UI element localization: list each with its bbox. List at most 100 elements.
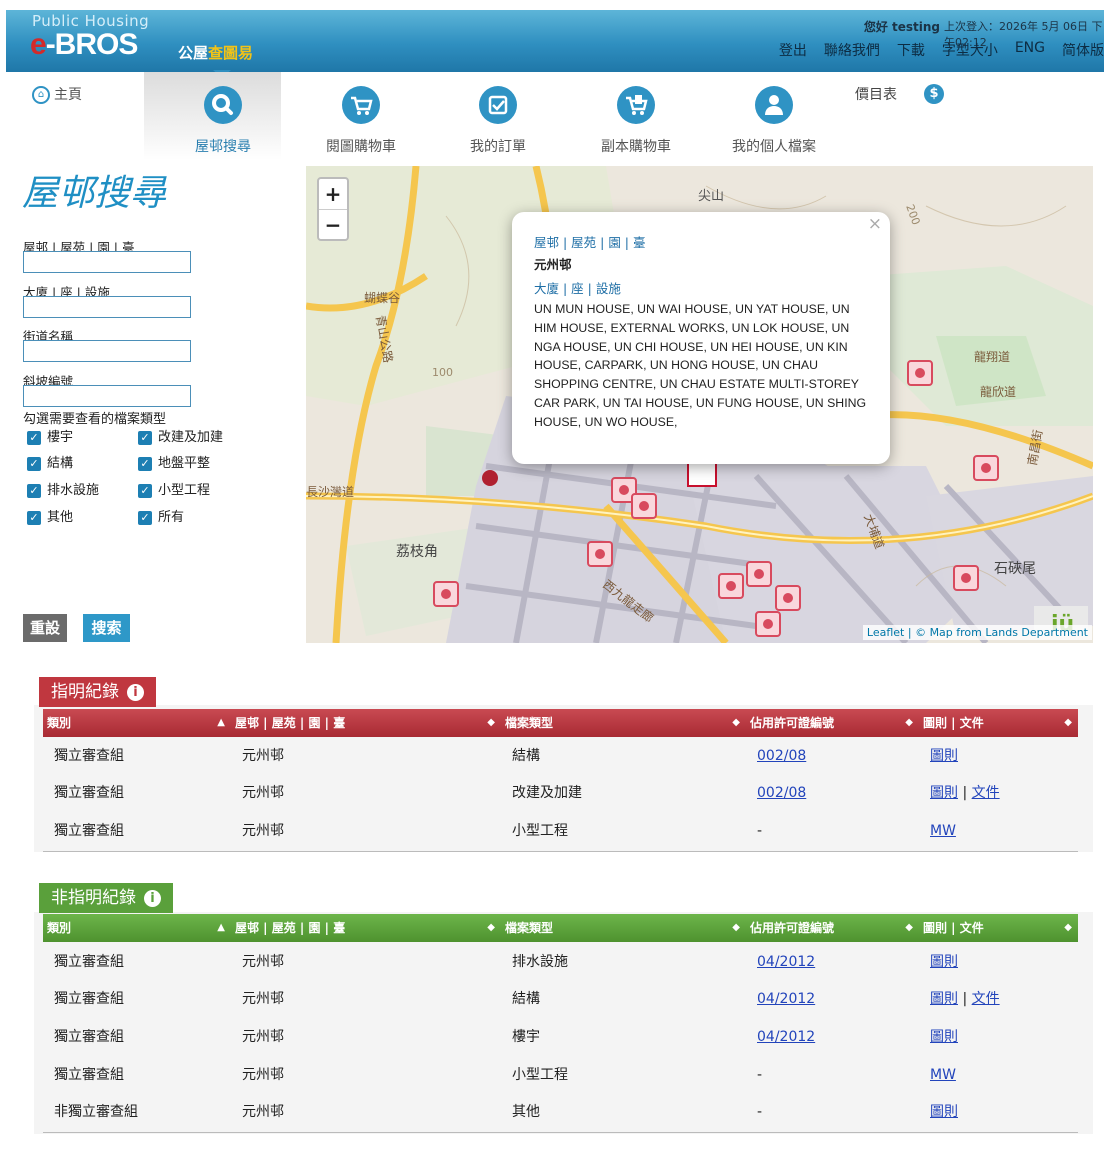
checkbox-structure[interactable]: ✓ 結構 bbox=[27, 452, 73, 471]
logout-link[interactable]: 登出 bbox=[779, 40, 807, 60]
sort-icon: ◆ bbox=[1064, 717, 1072, 728]
checkbox-all[interactable]: ✓ 所有 bbox=[138, 506, 184, 525]
col-file-type[interactable]: 檔案類型 ◆ bbox=[501, 709, 746, 737]
english-link[interactable]: ENG bbox=[1015, 40, 1045, 60]
plan-link[interactable]: 圖則 bbox=[930, 991, 958, 1007]
building-input[interactable] bbox=[23, 296, 191, 318]
checkbox-alterations[interactable]: ✓ 改建及加建 bbox=[138, 426, 223, 445]
col-category[interactable]: 類別 ▲ bbox=[43, 709, 231, 737]
contact-link[interactable]: 聯絡我們 bbox=[824, 40, 880, 60]
dollar-icon[interactable]: $ bbox=[924, 84, 944, 104]
plan-link[interactable]: 圖則 bbox=[930, 1029, 958, 1045]
plan-link[interactable]: 圖則 bbox=[930, 785, 958, 801]
plan-link[interactable]: 圖則 bbox=[930, 1104, 958, 1120]
checkmark-icon: ✓ bbox=[27, 430, 41, 445]
col-estate[interactable]: 屋邨 | 屋苑 | 園 | 臺 ◆ bbox=[231, 914, 501, 942]
col-documents[interactable]: 圖則 | 文件 ◆ bbox=[919, 914, 1078, 942]
copy-cart-icon bbox=[617, 86, 655, 124]
table-row: 獨立審查組 元州邨 結構 04/2012 圖則 | 文件 bbox=[54, 991, 1000, 1007]
svg-text:石硤尾: 石硤尾 bbox=[994, 561, 1036, 577]
permit-link[interactable]: 002/08 bbox=[757, 785, 806, 801]
checkmark-icon: ✓ bbox=[27, 483, 41, 498]
checkmark-icon: ✓ bbox=[138, 456, 152, 471]
table-row: 獨立審查組 元州邨 排水設施 04/2012 圖則 bbox=[54, 954, 958, 970]
sort-icon: ◆ bbox=[487, 717, 495, 728]
checkbox-minor-works[interactable]: ✓ 小型工程 bbox=[138, 479, 210, 498]
plan-link[interactable]: 圖則 bbox=[930, 748, 958, 764]
svg-text:蝴蝶谷: 蝴蝶谷 bbox=[364, 290, 400, 305]
svg-text:龍欣道: 龍欣道 bbox=[980, 384, 1016, 399]
sort-icon: ◆ bbox=[905, 922, 913, 933]
table-row: 獨立審查組 元州邨 結構 002/08 圖則 bbox=[54, 748, 958, 764]
col-permit[interactable]: 佔用許可證編號 ◆ bbox=[746, 914, 919, 942]
nav-estate-search[interactable]: 屋邨搜尋 bbox=[158, 80, 288, 156]
checkmark-icon: ✓ bbox=[27, 510, 41, 525]
font-size-link[interactable]: 字型大小 bbox=[942, 40, 998, 60]
minor-works-link[interactable]: MW bbox=[930, 823, 956, 839]
sort-icon: ◆ bbox=[732, 717, 740, 728]
table-row: 獨立審查組 元州邨 樓宇 04/2012 圖則 bbox=[54, 1029, 958, 1045]
popup-block-list: UN MUN HOUSE, UN WAI HOUSE, UN YAT HOUSE… bbox=[534, 302, 867, 429]
col-file-type[interactable]: 檔案類型 ◆ bbox=[501, 914, 746, 942]
checkmark-icon: ✓ bbox=[138, 510, 152, 525]
estate-input[interactable] bbox=[23, 251, 191, 273]
nav-map-cart[interactable]: 閱圖購物車 bbox=[296, 80, 426, 156]
checkbox-drainage[interactable]: ✓ 排水設施 bbox=[27, 479, 99, 498]
sort-icon: ▲ bbox=[217, 717, 225, 728]
col-documents[interactable]: 圖則 | 文件 ◆ bbox=[919, 709, 1078, 737]
slope-input[interactable] bbox=[23, 385, 191, 407]
reset-button[interactable]: 重設 bbox=[23, 614, 67, 642]
home-icon: ⌂ bbox=[32, 86, 50, 104]
order-icon bbox=[479, 86, 517, 124]
document-link[interactable]: 文件 bbox=[972, 785, 1000, 801]
permit-link[interactable]: 002/08 bbox=[757, 748, 806, 764]
sort-icon: ▲ bbox=[217, 922, 225, 933]
user-greeting: 您好 testing bbox=[863, 20, 940, 34]
table-bottom-border bbox=[43, 851, 1078, 852]
street-input[interactable] bbox=[23, 340, 191, 362]
search-panel-title: 屋邨搜尋 bbox=[22, 173, 167, 214]
popup-estate-label: 屋邨 | 屋苑 | 園 | 臺 bbox=[534, 235, 646, 250]
search-button[interactable]: 搜索 bbox=[83, 614, 130, 642]
table-row: 獨立審查組 元州邨 小型工程 - MW bbox=[54, 1067, 956, 1083]
checkbox-others[interactable]: ✓ 其他 bbox=[27, 506, 73, 525]
sort-icon: ◆ bbox=[1064, 922, 1072, 933]
table-bottom-border bbox=[43, 1132, 1078, 1133]
col-category[interactable]: 類別 ▲ bbox=[43, 914, 231, 942]
col-estate[interactable]: 屋邨 | 屋苑 | 園 | 臺 ◆ bbox=[231, 709, 501, 737]
col-permit[interactable]: 佔用許可證編號 ◆ bbox=[746, 709, 919, 737]
checkbox-site-formation[interactable]: ✓ 地盤平整 bbox=[138, 452, 210, 471]
home-link[interactable]: ⌂ 主頁 bbox=[32, 84, 82, 104]
checkbox-building[interactable]: ✓ 樓宇 bbox=[27, 426, 73, 445]
sort-icon: ◆ bbox=[487, 922, 495, 933]
permit-link[interactable]: 04/2012 bbox=[757, 1029, 815, 1045]
zoom-in-button[interactable]: + bbox=[319, 179, 347, 210]
svg-text:龍翔道: 龍翔道 bbox=[974, 349, 1010, 364]
close-icon[interactable]: × bbox=[868, 214, 882, 234]
minor-works-link[interactable]: MW bbox=[930, 1067, 956, 1083]
designated-table-header: 類別 ▲ 屋邨 | 屋苑 | 園 | 臺 ◆ 檔案類型 ◆ 佔用許可證編號 ◆ 圖則 |… bbox=[43, 709, 1078, 737]
map-popup: × 屋邨 | 屋苑 | 園 | 臺 元州邨 大廈 | 座 | 設施 UN MUN… bbox=[512, 212, 890, 464]
nav-my-orders[interactable]: 我的訂單 bbox=[433, 80, 563, 156]
permit-link[interactable]: 04/2012 bbox=[757, 991, 815, 1007]
sort-icon: ◆ bbox=[905, 717, 913, 728]
nav-my-profile[interactable]: 我的個人檔案 bbox=[709, 80, 839, 156]
document-link[interactable]: 文件 bbox=[972, 991, 1000, 1007]
download-link[interactable]: 下載 bbox=[897, 40, 925, 60]
simplified-chinese-link[interactable]: 简体版 bbox=[1062, 40, 1104, 60]
svg-text:100: 100 bbox=[432, 366, 453, 379]
price-list-link[interactable]: 價目表 bbox=[855, 84, 897, 104]
map-attribution[interactable]: Leaflet | © Map from Lands Department bbox=[862, 625, 1092, 640]
info-icon[interactable]: i bbox=[127, 683, 144, 701]
svg-text:尖山: 尖山 bbox=[698, 189, 724, 204]
info-icon[interactable]: i bbox=[144, 889, 161, 907]
table-row: 非獨立審查組 元州邨 其他 - 圖則 bbox=[54, 1104, 958, 1120]
zoom-out-button[interactable]: − bbox=[319, 210, 347, 240]
search-icon bbox=[204, 86, 242, 124]
plan-link[interactable]: 圖則 bbox=[930, 954, 958, 970]
brand-logo[interactable]: e-BROS bbox=[30, 28, 138, 62]
table-row: 獨立審查組 元州邨 改建及加建 002/08 圖則 | 文件 bbox=[54, 785, 1000, 801]
nav-copy-cart[interactable]: 副本購物車 bbox=[571, 80, 701, 156]
checkmark-icon: ✓ bbox=[138, 430, 152, 445]
permit-link[interactable]: 04/2012 bbox=[757, 954, 815, 970]
